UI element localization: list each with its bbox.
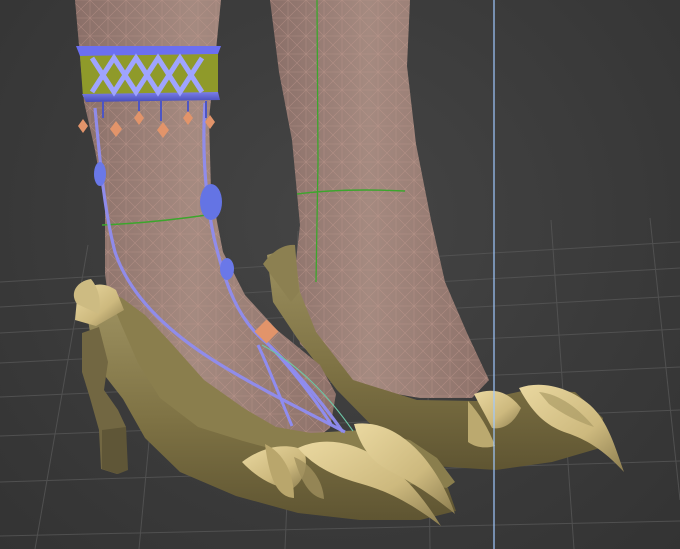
viewport-scene[interactable] — [0, 0, 680, 549]
3d-viewport[interactable] — [0, 0, 680, 549]
gem-large — [200, 184, 222, 220]
